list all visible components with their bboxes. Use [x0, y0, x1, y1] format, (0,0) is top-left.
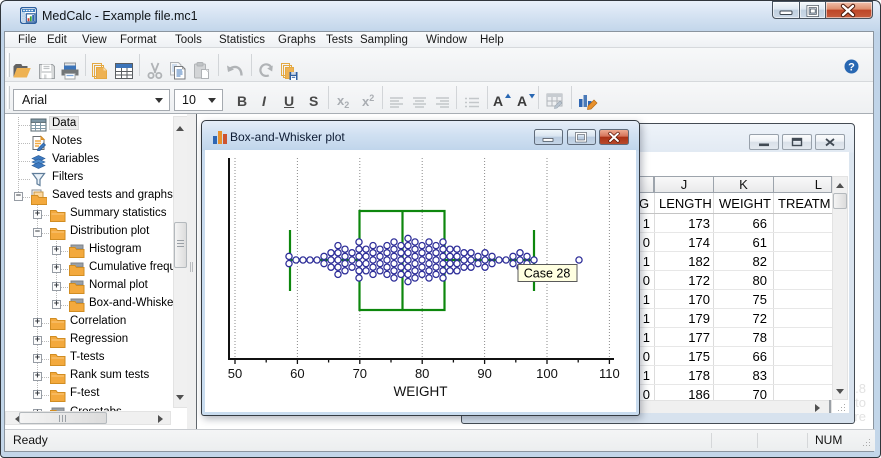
svg-text:A: A [517, 93, 527, 109]
svg-text:A: A [493, 93, 503, 109]
svg-text:?: ? [848, 62, 855, 74]
svg-text:Case 28: Case 28 [524, 267, 571, 281]
